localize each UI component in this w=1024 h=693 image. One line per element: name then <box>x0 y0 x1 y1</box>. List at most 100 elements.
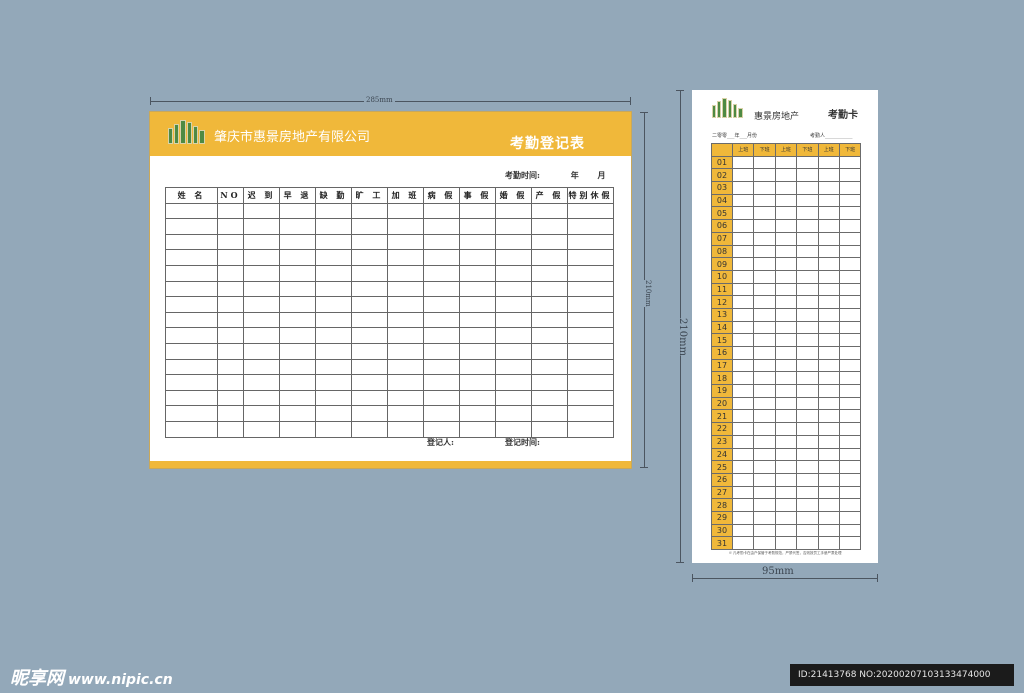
table-cell[interactable] <box>351 374 388 391</box>
time-cell[interactable] <box>774 219 798 233</box>
time-cell[interactable] <box>796 282 819 297</box>
table-cell[interactable] <box>243 249 280 266</box>
time-cell[interactable] <box>796 155 819 170</box>
time-cell[interactable] <box>731 460 755 474</box>
table-cell[interactable] <box>423 264 460 282</box>
table-cell[interactable] <box>243 342 280 360</box>
time-cell[interactable] <box>796 206 819 221</box>
table-cell[interactable] <box>495 296 532 313</box>
time-cell[interactable] <box>796 485 819 500</box>
table-cell[interactable] <box>279 327 316 344</box>
table-cell[interactable] <box>387 218 424 235</box>
table-cell[interactable] <box>423 405 460 422</box>
table-cell[interactable] <box>567 405 614 422</box>
time-cell[interactable] <box>731 498 755 512</box>
time-cell[interactable] <box>838 523 862 538</box>
time-cell[interactable] <box>774 307 798 322</box>
table-cell[interactable] <box>459 311 496 329</box>
time-cell[interactable] <box>731 206 755 221</box>
table-cell[interactable] <box>531 374 568 391</box>
table-cell[interactable] <box>243 202 280 220</box>
time-cell[interactable] <box>838 498 862 512</box>
table-cell[interactable] <box>387 374 424 391</box>
table-cell[interactable] <box>351 405 388 422</box>
time-cell[interactable] <box>731 422 755 436</box>
time-cell[interactable] <box>731 396 755 411</box>
time-cell[interactable] <box>817 384 840 398</box>
table-cell[interactable] <box>387 389 424 407</box>
time-cell[interactable] <box>731 333 755 347</box>
table-cell[interactable] <box>315 218 352 235</box>
time-cell[interactable] <box>753 295 776 309</box>
time-cell[interactable] <box>796 358 819 373</box>
time-cell[interactable] <box>796 396 819 411</box>
time-cell[interactable] <box>817 320 840 335</box>
table-cell[interactable] <box>243 264 280 282</box>
table-cell[interactable] <box>165 358 218 376</box>
table-cell[interactable] <box>423 311 460 329</box>
time-cell[interactable] <box>774 333 798 347</box>
table-cell[interactable] <box>459 218 496 235</box>
table-cell[interactable] <box>495 233 532 251</box>
time-cell[interactable] <box>753 422 776 436</box>
time-cell[interactable] <box>731 295 755 309</box>
time-cell[interactable] <box>817 358 840 373</box>
time-cell[interactable] <box>838 371 862 386</box>
time-cell[interactable] <box>731 384 755 398</box>
table-cell[interactable] <box>459 249 496 266</box>
time-cell[interactable] <box>774 384 798 398</box>
time-cell[interactable] <box>731 307 755 322</box>
table-cell[interactable] <box>315 358 352 376</box>
time-cell[interactable] <box>838 231 862 246</box>
time-cell[interactable] <box>774 536 798 550</box>
time-cell[interactable] <box>753 257 776 271</box>
table-cell[interactable] <box>459 342 496 360</box>
time-cell[interactable] <box>817 193 840 208</box>
table-cell[interactable] <box>217 202 244 220</box>
time-cell[interactable] <box>838 295 862 309</box>
table-cell[interactable] <box>315 311 352 329</box>
table-cell[interactable] <box>531 405 568 422</box>
table-cell[interactable] <box>495 342 532 360</box>
time-cell[interactable] <box>796 384 819 398</box>
table-cell[interactable] <box>351 358 388 376</box>
table-cell[interactable] <box>567 218 614 235</box>
table-cell[interactable] <box>387 233 424 251</box>
table-cell[interactable] <box>217 342 244 360</box>
table-cell[interactable] <box>165 420 218 438</box>
time-cell[interactable] <box>774 295 798 309</box>
time-cell[interactable] <box>817 231 840 246</box>
time-cell[interactable] <box>817 460 840 474</box>
time-cell[interactable] <box>838 219 862 233</box>
time-cell[interactable] <box>796 269 819 284</box>
table-cell[interactable] <box>531 389 568 407</box>
time-cell[interactable] <box>731 346 755 360</box>
time-cell[interactable] <box>753 181 776 195</box>
time-cell[interactable] <box>796 320 819 335</box>
time-cell[interactable] <box>774 193 798 208</box>
time-cell[interactable] <box>796 498 819 512</box>
table-cell[interactable] <box>165 405 218 422</box>
time-cell[interactable] <box>774 358 798 373</box>
time-cell[interactable] <box>796 295 819 309</box>
table-cell[interactable] <box>279 311 316 329</box>
time-cell[interactable] <box>838 485 862 500</box>
time-cell[interactable] <box>817 168 840 183</box>
table-cell[interactable] <box>531 218 568 235</box>
time-cell[interactable] <box>753 409 776 424</box>
time-cell[interactable] <box>753 384 776 398</box>
time-cell[interactable] <box>817 396 840 411</box>
table-cell[interactable] <box>495 374 532 391</box>
table-cell[interactable] <box>423 233 460 251</box>
table-cell[interactable] <box>217 296 244 313</box>
table-cell[interactable] <box>351 202 388 220</box>
table-cell[interactable] <box>495 218 532 235</box>
time-cell[interactable] <box>838 333 862 347</box>
table-cell[interactable] <box>423 296 460 313</box>
table-cell[interactable] <box>387 264 424 282</box>
time-cell[interactable] <box>774 320 798 335</box>
time-cell[interactable] <box>838 269 862 284</box>
table-cell[interactable] <box>243 218 280 235</box>
time-cell[interactable] <box>731 434 755 449</box>
table-cell[interactable] <box>243 280 280 298</box>
